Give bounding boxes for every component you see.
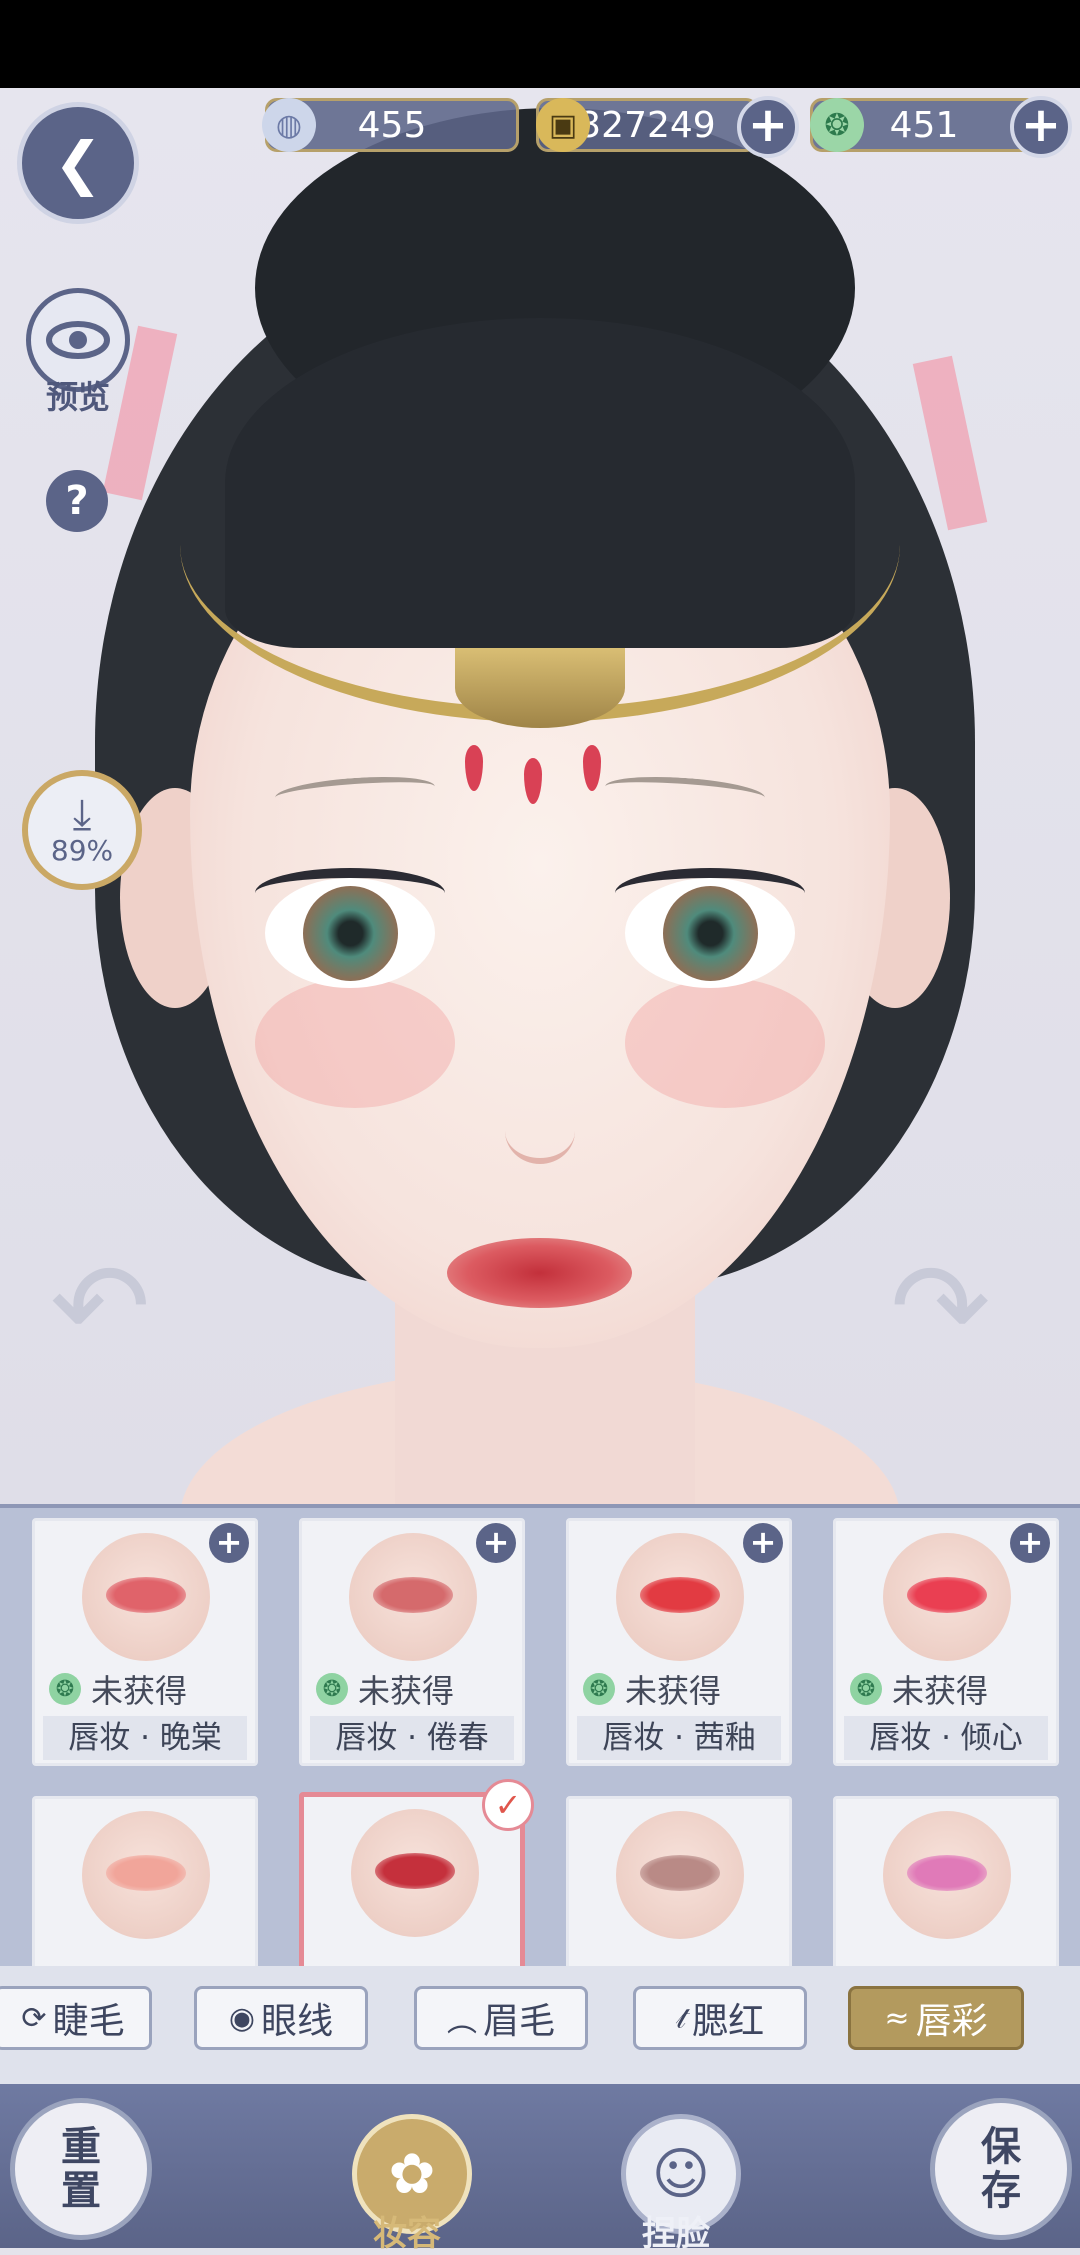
save-button[interactable]: 保 存 (930, 2098, 1072, 2240)
eye-icon (46, 321, 110, 359)
product-card[interactable]: ❂ 未获得 + 唇妆 · 晚棠 (32, 1518, 258, 1766)
product-card[interactable]: ❂ 未获得 + 唇妆 · 倾心 (833, 1518, 1059, 1766)
back-butterfly-icon: ❮ (53, 129, 103, 197)
lip-swatch (640, 1577, 720, 1613)
tab-label: 眉毛 (482, 2001, 555, 2042)
blush-icon: 𝓉 (675, 2000, 687, 2036)
face-portrait-icon: ☺ (651, 2141, 711, 2207)
right-blush (625, 978, 825, 1108)
product-card[interactable] (833, 1796, 1059, 1970)
tab-label: 眼线 (261, 2001, 334, 2042)
buy-button[interactable]: + (743, 1523, 783, 1563)
lip-swatch (106, 1855, 186, 1891)
lip-preview-image (616, 1811, 744, 1939)
copper-coin-icon: ▣ (536, 98, 590, 152)
lip-preview-image (351, 1809, 479, 1937)
currency-jade-value: 451 (889, 104, 959, 146)
question-icon: ? (65, 478, 89, 524)
tab-label: 睫毛 (52, 2001, 125, 2042)
lipstick-product-panel[interactable]: ❂ 未获得 + 唇妆 · 晚棠 ❂ 未获得 + 唇妆 · 倦春 ❂ 未获得 + 唇妆 … (0, 1504, 1080, 1970)
jade-icon: ❂ (49, 1673, 81, 1705)
lip-swatch (907, 1855, 987, 1891)
save-label-1: 保 (981, 2123, 1021, 2170)
right-lashes (615, 868, 805, 918)
lash-icon: ⟳ (21, 2000, 47, 2036)
bottom-bar: 重 置 ✿ 妆容 ☺ 捏脸 保 存 (0, 2084, 1080, 2254)
product-card[interactable] (32, 1796, 258, 1970)
lip-preview-image (349, 1533, 477, 1661)
product-name: 唇妆 · 倦春 (310, 1716, 514, 1760)
headpiece-ornament (455, 648, 625, 728)
green-jade-icon: ❂ (810, 98, 864, 152)
help-button[interactable]: ? (46, 470, 108, 532)
download-progress-button[interactable]: ⤓ 89% (22, 770, 142, 890)
status-text: 未获得 (892, 1672, 989, 1710)
tab-lip-color[interactable]: ≈ 唇彩 (848, 1986, 1024, 2050)
product-card[interactable]: ❂ 未获得 + 唇妆 · 倦春 (299, 1518, 525, 1766)
save-label-2: 存 (981, 2167, 1021, 2214)
status-text: 未获得 (91, 1672, 188, 1710)
reset-label-2: 置 (61, 2167, 101, 2214)
tab-brows[interactable]: ︵ 眉毛 (414, 1986, 588, 2050)
character-viewport[interactable]: ↶ ↷ (0, 88, 1080, 1504)
left-blush (255, 978, 455, 1108)
lip-swatch (373, 1577, 453, 1613)
lip-swatch (907, 1577, 987, 1613)
selected-check-icon: ✓ (482, 1779, 534, 1831)
rotate-left-icon[interactable]: ↶ (50, 1248, 151, 1368)
lip-preview-image (616, 1533, 744, 1661)
add-jade-button[interactable]: + (1010, 96, 1072, 158)
status-text: 未获得 (625, 1672, 722, 1710)
product-card[interactable]: ❂ 未获得 + 唇妆 · 茜釉 (566, 1518, 792, 1766)
tab-label: 唇彩 (915, 2001, 988, 2042)
buy-button[interactable]: + (476, 1523, 516, 1563)
brow-icon: ︵ (446, 2004, 477, 2039)
tab-eyeliner[interactable]: ◉ 眼线 (194, 1986, 368, 2050)
lip-swatch (640, 1855, 720, 1891)
product-name: 唇妆 · 晚棠 (43, 1716, 247, 1760)
lip-icon: ≈ (884, 2000, 910, 2036)
currency-silver-value: 455 (357, 104, 427, 146)
product-name: 唇妆 · 茜釉 (577, 1716, 781, 1760)
tab-label: 腮红 (692, 2001, 765, 2042)
lips (447, 1238, 632, 1308)
lip-preview-image (883, 1811, 1011, 1939)
buy-button[interactable]: + (1010, 1523, 1050, 1563)
makeup-portrait-icon: ✿ (388, 2141, 436, 2207)
preview-label: 预览 (45, 378, 110, 416)
nose (505, 1098, 575, 1164)
add-copper-button[interactable]: + (737, 96, 799, 158)
lip-preview-image (82, 1533, 210, 1661)
currency-copper-value: 327249 (578, 104, 716, 146)
reset-button[interactable]: 重 置 (10, 2098, 152, 2240)
status-text: 未获得 (358, 1672, 455, 1710)
lip-preview-image (82, 1811, 210, 1939)
product-card[interactable] (566, 1796, 792, 1970)
tab-blush[interactable]: 𝓉 腮红 (633, 1986, 807, 2050)
status-bar (0, 0, 1080, 88)
back-button[interactable]: ❮ (17, 102, 139, 224)
tab-lashes[interactable]: ⟳ 睫毛 (0, 1986, 152, 2050)
eyeliner-icon: ◉ (228, 2000, 256, 2036)
silver-coin-icon: ◍ (262, 98, 316, 152)
lip-swatch (106, 1577, 186, 1613)
jade-icon: ❂ (850, 1673, 882, 1705)
rotate-right-icon[interactable]: ↷ (890, 1248, 991, 1368)
download-icon: ⤓ (72, 788, 92, 838)
reset-label-1: 重 (61, 2123, 101, 2170)
buy-button[interactable]: + (209, 1523, 249, 1563)
product-name: 唇妆 · 倾心 (844, 1716, 1048, 1760)
download-percent: 89% (50, 833, 114, 867)
lip-swatch (375, 1853, 455, 1889)
makeup-category-tabs: ⟳ 睫毛 ◉ 眼线 ︵ 眉毛 𝓉 腮红 ≈ 唇彩 (0, 1966, 1080, 2084)
product-card-selected[interactable]: ✓ (299, 1779, 534, 1970)
jade-icon: ❂ (583, 1673, 615, 1705)
jade-icon: ❂ (316, 1673, 348, 1705)
left-lashes (255, 868, 445, 918)
lip-preview-image (883, 1533, 1011, 1661)
